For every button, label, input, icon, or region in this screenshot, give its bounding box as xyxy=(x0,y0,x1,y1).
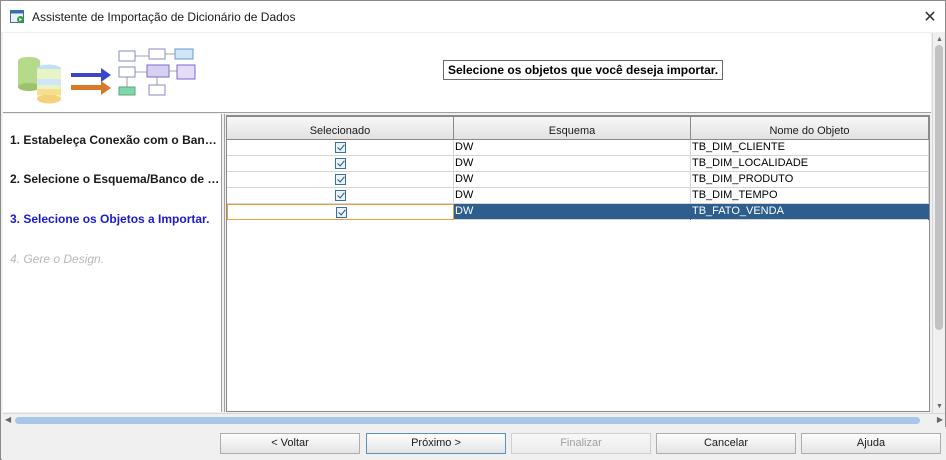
step-select-schema: 2. Selecione o Esquema/Banco de Dados xyxy=(10,172,220,186)
checkbox-checked-icon[interactable] xyxy=(335,158,346,169)
next-button[interactable]: Próximo > xyxy=(366,433,506,454)
wizard-footer: < Voltar Próximo > Finalizar Cancelar Aj… xyxy=(2,427,946,460)
column-header-selected[interactable]: Selecionado xyxy=(227,116,454,139)
selected-cell[interactable] xyxy=(227,140,454,156)
title-bar: Assistente de Importação de Dicionário d… xyxy=(1,1,945,32)
app-window-icon xyxy=(10,10,24,23)
schema-cell: DW xyxy=(454,172,691,188)
object-name-cell: TB_DIM_CLIENTE xyxy=(691,140,929,156)
column-header-schema[interactable]: Esquema xyxy=(454,116,691,139)
horizontal-scroll-thumb[interactable] xyxy=(15,417,920,424)
finish-button[interactable]: Finalizar xyxy=(511,433,651,454)
checkbox-checked-icon[interactable] xyxy=(335,190,346,201)
table-row[interactable]: DW TB_DIM_TEMPO xyxy=(227,188,929,204)
objects-grid: Selecionado Esquema Nome do Objeto DW TB… xyxy=(226,115,930,412)
cancel-button[interactable]: Cancelar xyxy=(656,433,796,454)
checkbox-checked-icon[interactable] xyxy=(335,142,346,153)
grid-header: Selecionado Esquema Nome do Objeto xyxy=(227,116,929,140)
scroll-up-icon[interactable]: ▲ xyxy=(936,36,943,43)
schema-cell: DW xyxy=(454,188,691,204)
panel-splitter[interactable] xyxy=(222,114,225,412)
selected-cell[interactable] xyxy=(227,172,454,188)
object-name-cell: TB_DIM_PRODUTO xyxy=(691,172,929,188)
table-row[interactable]: DW TB_DIM_LOCALIDADE xyxy=(227,156,929,172)
vertical-scrollbar[interactable]: ▲ ▼ xyxy=(932,33,945,413)
scroll-left-icon[interactable]: ◀ xyxy=(5,415,11,424)
close-button[interactable]: ✕ xyxy=(915,1,945,32)
schema-cell: DW xyxy=(454,204,691,220)
object-name-cell: TB_FATO_VENDA xyxy=(691,204,929,220)
wizard-steps-panel: 1. Estabeleça Conexão com o Banco de Dad… xyxy=(3,114,222,412)
selected-cell[interactable] xyxy=(227,188,454,204)
schema-cell: DW xyxy=(454,156,691,172)
import-wizard-window: Assistente de Importação de Dicionário d… xyxy=(0,0,946,460)
database-to-diagram-icon xyxy=(18,48,196,104)
close-icon: ✕ xyxy=(923,8,937,26)
instruction-label: Selecione os objetos que você deseja imp… xyxy=(443,60,724,80)
scroll-down-icon[interactable]: ▼ xyxy=(936,403,943,410)
help-button[interactable]: Ajuda xyxy=(801,433,941,454)
table-row[interactable]: DW TB_DIM_PRODUTO xyxy=(227,172,929,188)
horizontal-scrollbar[interactable]: ◀ ▶ xyxy=(3,413,945,426)
scroll-right-icon[interactable]: ▶ xyxy=(937,415,943,424)
vertical-scroll-thumb[interactable] xyxy=(935,45,943,330)
selected-cell[interactable] xyxy=(227,204,454,220)
schema-cell: DW xyxy=(454,140,691,156)
back-button[interactable]: < Voltar xyxy=(220,433,360,454)
object-name-cell: TB_DIM_TEMPO xyxy=(691,188,929,204)
wizard-header: Selecione os objetos que você deseja imp… xyxy=(3,33,931,113)
step-generate-design: 4. Gere o Design. xyxy=(10,252,105,266)
selected-cell[interactable] xyxy=(227,156,454,172)
checkbox-checked-icon[interactable] xyxy=(336,207,347,218)
column-header-object-name[interactable]: Nome do Objeto xyxy=(691,116,929,139)
checkbox-checked-icon[interactable] xyxy=(335,174,346,185)
window-title: Assistente de Importação de Dicionário d… xyxy=(32,10,296,24)
object-name-cell: TB_DIM_LOCALIDADE xyxy=(691,156,929,172)
table-row[interactable]: DW TB_DIM_CLIENTE xyxy=(227,140,929,156)
step-connect: 1. Estabeleça Conexão com o Banco de Dad… xyxy=(10,133,220,147)
table-row-selected[interactable]: DW TB_FATO_VENDA xyxy=(227,204,929,220)
step-select-objects: 3. Selecione os Objetos a Importar. xyxy=(10,212,210,226)
